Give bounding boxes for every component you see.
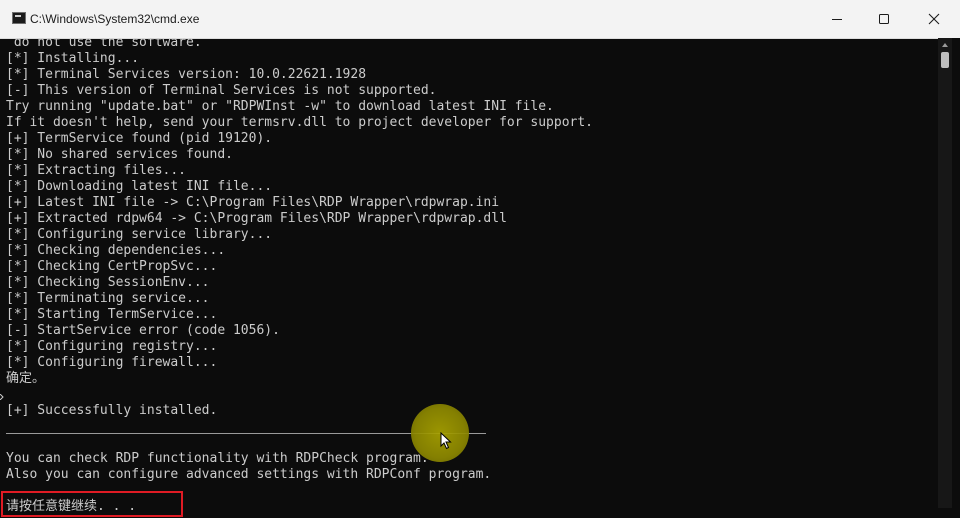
close-button[interactable] [908,0,960,38]
scroll-up-icon[interactable] [941,42,949,48]
console-line: [*] Checking CertPropSvc... [6,259,218,274]
minimize-button[interactable] [814,0,860,38]
highlight-box [1,491,183,517]
console-line: [*] Configuring firewall... [6,355,218,370]
vertical-scrollbar[interactable] [938,38,952,508]
title-bar[interactable]: C:\Windows\System32\cmd.exe [0,0,960,39]
scroll-thumb[interactable] [941,52,949,68]
console-line: Also you can configure advanced settings… [6,467,492,482]
console-output[interactable]: do not use the software. [*] Installing.… [0,38,938,518]
console-line: [*] No shared services found. [6,147,233,162]
console-line: do not use the software. [6,38,202,50]
console-line: [+] Successfully installed. [6,403,218,418]
console-line: [*] Terminal Services version: 10.0.2262… [6,67,367,82]
console-line: Try running "update.bat" or "RDPWInst -w… [6,99,554,114]
console-line: [*] Configuring service library... [6,227,273,242]
console-line: [*] Checking dependencies... [6,243,226,258]
console-line: [*] Installing... [6,51,140,66]
maximize-button[interactable] [861,0,907,38]
console-line: [-] This version of Terminal Services is… [6,83,437,98]
console-line: [*] Downloading latest INI file... [6,179,273,194]
console-line: [*] Terminating service... [6,291,210,306]
console-line: If it doesn't help, send your termsrv.dl… [6,115,593,130]
console-line: [-] StartService error (code 1056). [6,323,280,338]
console-line: [+] Latest INI file -> C:\Program Files\… [6,195,500,210]
console-line: [+] TermService found (pid 19120). [6,131,273,146]
console-line: [+] Extracted rdpw64 -> C:\Program Files… [6,211,507,226]
console-line: 确定。 [6,371,46,386]
cmd-console-icon [12,12,26,24]
console-line: [*] Starting TermService... [6,307,218,322]
window-edge [952,38,960,518]
console-line: [*] Extracting files... [6,163,187,178]
console-line: [*] Checking SessionEnv... [6,275,210,290]
console-window: C:\Windows\System32\cmd.exe do not use t… [0,0,960,518]
console-line: You can check RDP functionality with RDP… [6,451,429,466]
mouse-pointer-icon [440,432,452,450]
maximize-icon [879,14,889,24]
window-title: C:\Windows\System32\cmd.exe [30,12,200,26]
close-icon [928,13,940,25]
console-line: [*] Configuring registry... [6,339,218,354]
left-edge-mark-icon [0,394,4,400]
minimize-icon [832,19,842,20]
